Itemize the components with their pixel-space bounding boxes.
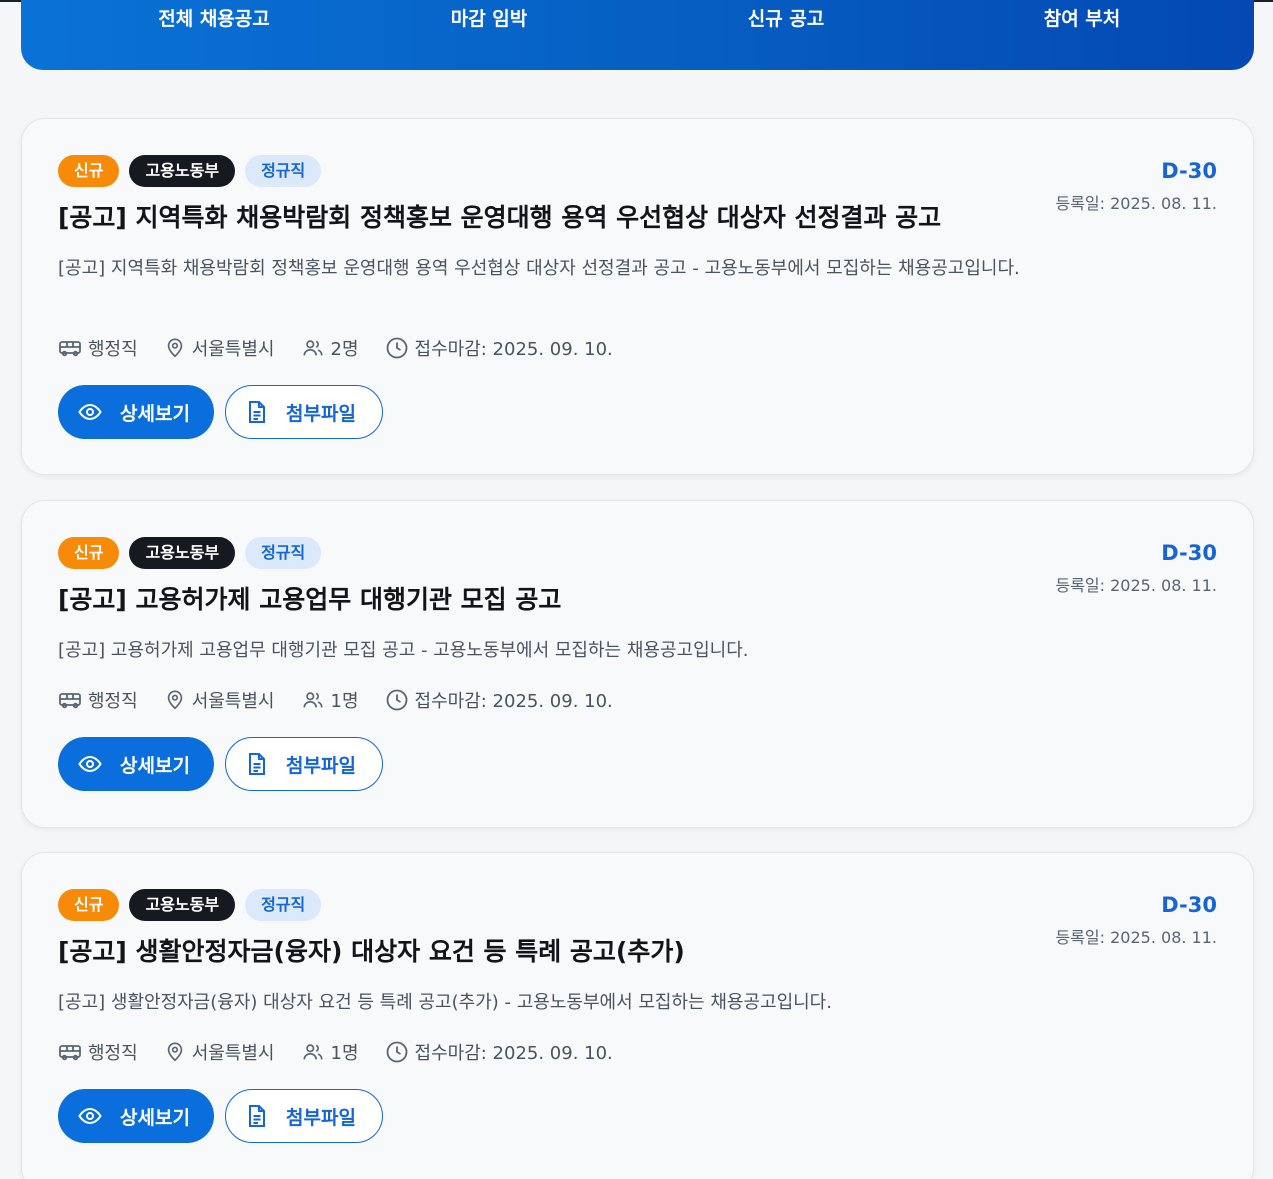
employment-type-badge: 정규직 <box>245 155 322 187</box>
meta-headcount: 1명 <box>301 687 359 713</box>
meta-headcount: 2명 <box>301 335 359 361</box>
meta-category: 행정직 <box>58 687 138 713</box>
new-badge: 신규 <box>58 537 120 569</box>
meta-headcount-text: 1명 <box>330 691 359 712</box>
org-badge: 고용노동부 <box>129 889 236 921</box>
eye-icon <box>78 1107 102 1125</box>
job-meta: 행정직 서울특별시 1명 접수마감: 2025. 09. 10. <box>58 686 639 714</box>
clock-icon <box>386 689 407 711</box>
registered-date: 등록일: 2025. 08. 11. <box>1055 194 1217 213</box>
users-icon <box>302 340 323 356</box>
meta-headcount: 1명 <box>301 1039 359 1065</box>
detail-button[interactable]: 상세보기 <box>58 385 214 439</box>
location-pin-icon <box>167 690 182 710</box>
new-badge: 신규 <box>58 889 120 921</box>
meta-deadline-text: 접수마감: 2025. 09. 10. <box>414 691 613 712</box>
users-icon <box>302 1044 323 1060</box>
meta-deadline: 접수마감: 2025. 09. 10. <box>385 335 613 361</box>
dday-label: D-30 <box>1161 893 1217 917</box>
job-description: [공고] 지역특화 채용박람회 정책홍보 운영대행 용역 우선협상 대상자 선정… <box>58 258 1020 279</box>
registered-date: 등록일: 2025. 08. 11. <box>1055 928 1217 947</box>
meta-location-text: 서울특별시 <box>191 339 275 360</box>
job-card: 신규 고용노동부 정규직 D-30 등록일: 2025. 08. 11. [공고… <box>21 118 1254 475</box>
employment-type-badge: 정규직 <box>245 537 322 569</box>
document-icon <box>249 753 265 775</box>
badge-group: 신규 고용노동부 정규직 <box>58 155 322 187</box>
job-title[interactable]: [공고] 지역특화 채용박람회 정책홍보 운영대행 용역 우선협상 대상자 선정… <box>58 201 1038 235</box>
job-description: [공고] 생활안정자금(융자) 대상자 요건 등 특례 공고(추가) - 고용노… <box>58 992 832 1013</box>
org-badge: 고용노동부 <box>129 155 236 187</box>
meta-category-text: 행정직 <box>88 1043 138 1064</box>
meta-deadline: 접수마감: 2025. 09. 10. <box>385 1039 613 1065</box>
meta-category: 행정직 <box>58 335 138 361</box>
meta-location-text: 서울특별시 <box>191 691 275 712</box>
meta-location: 서울특별시 <box>164 1039 275 1065</box>
meta-deadline: 접수마감: 2025. 09. 10. <box>385 687 613 713</box>
location-pin-icon <box>167 338 182 358</box>
meta-category-text: 행정직 <box>88 339 138 360</box>
badge-group: 신규 고용노동부 정규직 <box>58 537 322 569</box>
bus-icon <box>59 693 81 709</box>
job-card: 신규 고용노동부 정규직 D-30 등록일: 2025. 08. 11. [공고… <box>21 500 1254 828</box>
clock-icon <box>386 1041 407 1063</box>
dday-label: D-30 <box>1161 159 1217 183</box>
attachment-button[interactable]: 첨부파일 <box>225 737 383 791</box>
meta-location-text: 서울특별시 <box>191 1043 275 1064</box>
eye-icon <box>78 403 102 421</box>
job-meta: 행정직 서울특별시 2명 접수마감: 2025. 09. 10. <box>58 334 639 362</box>
nav-departments[interactable]: 참여 부처 <box>982 6 1182 32</box>
meta-location: 서울특별시 <box>164 687 275 713</box>
bus-icon <box>59 1045 81 1061</box>
meta-location: 서울특별시 <box>164 335 275 361</box>
new-badge: 신규 <box>58 155 120 187</box>
meta-deadline-text: 접수마감: 2025. 09. 10. <box>414 1043 613 1064</box>
location-pin-icon <box>167 1042 182 1062</box>
nav-all-jobs[interactable]: 전체 채용공고 <box>114 6 314 32</box>
job-description: [공고] 고용허가제 고용업무 대행기관 모집 공고 - 고용노동부에서 모집하… <box>58 640 749 661</box>
main-nav: 전체 채용공고 마감 임박 신규 공고 참여 부처 <box>21 0 1254 70</box>
meta-category-text: 행정직 <box>88 691 138 712</box>
document-icon <box>249 1105 265 1127</box>
detail-button[interactable]: 상세보기 <box>58 1089 214 1143</box>
attachment-button[interactable]: 첨부파일 <box>225 385 383 439</box>
registered-date: 등록일: 2025. 08. 11. <box>1055 576 1217 595</box>
employment-type-badge: 정규직 <box>245 889 322 921</box>
users-icon <box>302 692 323 708</box>
job-meta: 행정직 서울특별시 1명 접수마감: 2025. 09. 10. <box>58 1038 639 1066</box>
detail-button-label: 상세보기 <box>120 754 190 777</box>
meta-category: 행정직 <box>58 1039 138 1065</box>
job-title[interactable]: [공고] 생활안정자금(융자) 대상자 요건 등 특례 공고(추가) <box>58 935 1038 969</box>
badge-group: 신규 고용노동부 정규직 <box>58 889 322 921</box>
meta-headcount-text: 2명 <box>330 339 359 360</box>
nav-closing-soon[interactable]: 마감 임박 <box>389 6 589 32</box>
detail-button-label: 상세보기 <box>120 1106 190 1129</box>
attachment-button-label: 첨부파일 <box>286 402 356 425</box>
meta-deadline-text: 접수마감: 2025. 09. 10. <box>414 339 613 360</box>
dday-label: D-30 <box>1161 541 1217 565</box>
job-title[interactable]: [공고] 고용허가제 고용업무 대행기관 모집 공고 <box>58 583 1038 617</box>
bus-icon <box>59 341 81 357</box>
job-card: 신규 고용노동부 정규직 D-30 등록일: 2025. 08. 11. [공고… <box>21 852 1254 1179</box>
detail-button[interactable]: 상세보기 <box>58 737 214 791</box>
nav-new-jobs[interactable]: 신규 공고 <box>686 6 886 32</box>
eye-icon <box>78 755 102 773</box>
clock-icon <box>386 337 407 359</box>
org-badge: 고용노동부 <box>129 537 236 569</box>
document-icon <box>249 401 265 423</box>
attachment-button-label: 첨부파일 <box>286 1106 356 1129</box>
attachment-button-label: 첨부파일 <box>286 754 356 777</box>
detail-button-label: 상세보기 <box>120 402 190 425</box>
attachment-button[interactable]: 첨부파일 <box>225 1089 383 1143</box>
meta-headcount-text: 1명 <box>330 1043 359 1064</box>
